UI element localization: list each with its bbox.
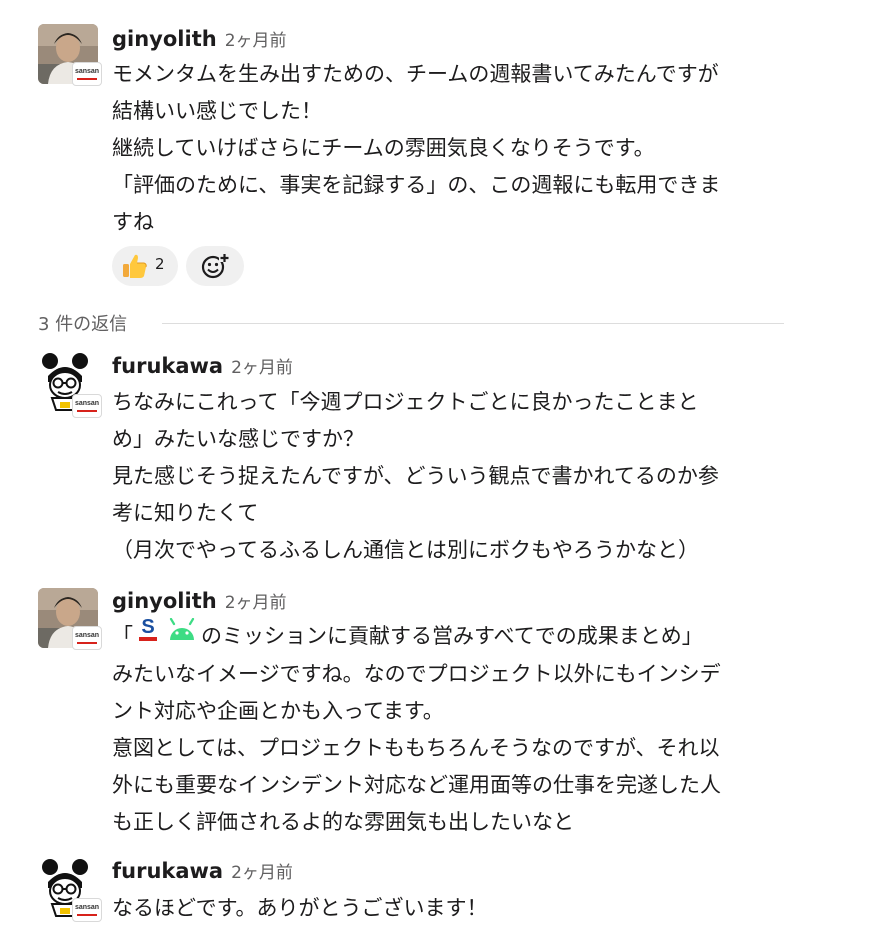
reaction-count: 2 [155, 255, 165, 273]
workspace-badge: sansan [72, 626, 102, 650]
workspace-badge: sansan [72, 394, 102, 418]
workspace-badge: sansan [72, 62, 102, 86]
message-line: 意図としては、プロジェクトももちろんそうなのですが、それ以 [112, 736, 720, 760]
message-line: め」みたいな感じですか？ [112, 427, 364, 451]
quote-open: 「 [112, 624, 133, 648]
thumbs-up-icon [120, 252, 148, 284]
message-line: 考に知りたくて [112, 501, 259, 525]
add-reaction-icon [200, 252, 230, 284]
badge-underline [77, 78, 97, 80]
timestamp[interactable]: 2ヶ月前 [225, 31, 287, 51]
message-line: モメンタムを生み出すための、チームの週報書いてみたんですが [112, 62, 719, 86]
message-header: furukawa 2ヶ月前 [112, 353, 293, 383]
author-name[interactable]: furukawa [112, 354, 223, 378]
message-thread: sansan ginyolith 2ヶ月前 モメンタムを生み出すための、チームの週… [0, 0, 874, 936]
svg-text:S: S [141, 616, 154, 638]
message-body: なるほどです。ありがとうございます！ [112, 890, 812, 927]
author-name[interactable]: ginyolith [112, 589, 217, 613]
message-header: ginyolith 2ヶ月前 [112, 26, 287, 56]
message-line: ント対応や企画とかも入ってます。 [112, 699, 444, 723]
message-body: ちなみにこれって「今週プロジェクトごとに良かったことまと め」みたいな感じですか… [112, 384, 812, 569]
author-name[interactable]: ginyolith [112, 27, 217, 51]
message-line: 外にも重要なインシデント対応など運用面等の仕事を完遂した人 [112, 773, 721, 797]
android-icon [166, 617, 198, 654]
message-header: ginyolith 2ヶ月前 [112, 588, 287, 618]
message-line: 継続していけばさらにチームの雰囲気良くなりそうです。 [112, 136, 655, 160]
message-line: すね [112, 210, 154, 234]
divider-line [162, 323, 784, 324]
replies-count-label[interactable]: 3 件の返信 [38, 310, 140, 336]
workspace-badge: sansan [72, 898, 102, 922]
timestamp[interactable]: 2ヶ月前 [231, 863, 293, 883]
message-line: 結構いい感じでした！ [112, 99, 322, 123]
message-line: 「 S のミッションに貢献する営みすべてでの成果まとめ」 [112, 616, 812, 656]
add-reaction-button[interactable] [186, 246, 244, 286]
badge-label: sansan [74, 904, 100, 911]
badge-underline [77, 642, 97, 644]
badge-underline [77, 914, 97, 916]
quote-text: のミッションに貢献する営みすべてでの成果まとめ」 [201, 624, 703, 648]
message-line: なるほどです。ありがとうございます！ [112, 896, 488, 920]
reaction-thumbs-up[interactable]: 2 [112, 246, 178, 286]
message-line: （月次でやってるふるしん通信とは別にボクもやろうかなと） [112, 538, 699, 562]
message-body: モメンタムを生み出すための、チームの週報書いてみたんですが 結構いい感じでした！… [112, 56, 812, 241]
author-name[interactable]: furukawa [112, 859, 223, 883]
message-line: も正しく評価されるよ的な雰囲気も出したいなと [112, 810, 574, 834]
message-line: ちなみにこれって「今週プロジェクトごとに良かったことまと [112, 390, 699, 414]
badge-label: sansan [74, 400, 100, 407]
message-line: 「評価のために、事実を記録する」の、この週報にも転用できま [112, 173, 721, 197]
message-header: furukawa 2ヶ月前 [112, 858, 293, 888]
badge-label: sansan [74, 68, 100, 75]
thread-replies-divider: 3 件の返信 [38, 310, 784, 336]
badge-underline [77, 410, 97, 412]
message-line: 見た感じそう捉えたんですが、どういう観点で書かれてるのか参 [112, 464, 719, 488]
timestamp[interactable]: 2ヶ月前 [231, 358, 293, 378]
message-line: みたいなイメージですね。なのでプロジェクト以外にもインシデ [112, 662, 721, 686]
badge-label: sansan [74, 632, 100, 639]
timestamp[interactable]: 2ヶ月前 [225, 593, 287, 613]
message-body: 「 S のミッションに貢献する営みすべてでの成果まとめ」 みたいなイメージですね。な… [112, 616, 812, 841]
sansan-s-logo-icon: S [136, 616, 160, 654]
